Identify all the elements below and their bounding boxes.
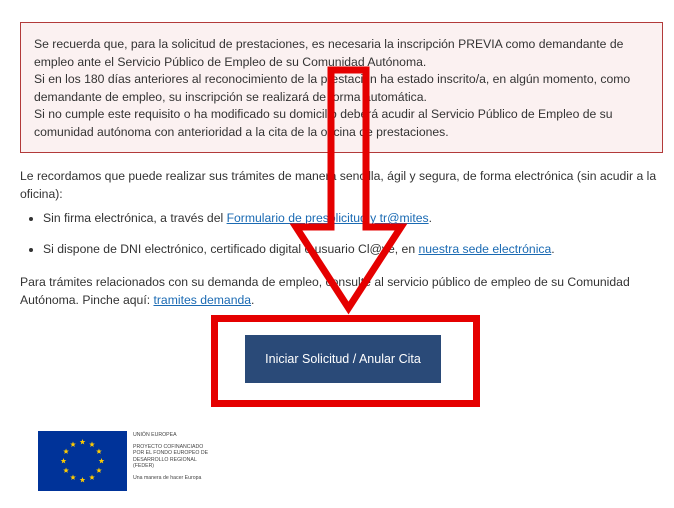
- demand-info: Para trámites relacionados con su demand…: [20, 275, 630, 307]
- electronic-options-list: Sin firma electrónica, a través del Form…: [20, 210, 674, 271]
- presolicitud-form-link[interactable]: Formulario de presolicitud y tr@mites: [227, 211, 429, 225]
- eu-star-icon: [70, 441, 76, 447]
- eu-star-icon: [89, 441, 95, 447]
- electronic-intro: Le recordamos que puede realizar sus trá…: [20, 169, 657, 201]
- notice-line-2: Si en los 180 días anteriores al reconoc…: [34, 72, 631, 104]
- eu-star-icon: [63, 448, 69, 454]
- eu-star-icon: [60, 458, 67, 464]
- eu-star-icon: [79, 439, 86, 445]
- eu-star-icon: [79, 477, 86, 483]
- list-item: Si dispone de DNI electrónico, certifica…: [43, 241, 674, 259]
- sede-electronica-link[interactable]: nuestra sede electrónica: [418, 242, 551, 256]
- list-item: Sin firma electrónica, a través del Form…: [43, 210, 674, 228]
- eu-star-icon: [96, 448, 102, 454]
- notice-line-3: Si no cumple este requisito o ha modific…: [34, 107, 613, 139]
- eu-star-icon: [63, 467, 69, 473]
- eu-flag-icon: [38, 431, 127, 491]
- eu-star-icon: [89, 474, 95, 480]
- tramites-demanda-link[interactable]: tramites demanda: [153, 293, 251, 307]
- eu-star-icon: [96, 467, 102, 473]
- start-request-button[interactable]: Iniciar Solicitud / Anular Cita: [245, 335, 441, 383]
- eu-star-icon: [98, 458, 105, 464]
- eu-star-icon: [70, 474, 76, 480]
- inscription-notice: Se recuerda que, para la solicitud de pr…: [20, 22, 663, 153]
- notice-line-1: Se recuerda que, para la solicitud de pr…: [34, 37, 624, 69]
- eu-cofinancing-text: UNIÓN EUROPEA PROYECTO COFINANCIADO POR …: [133, 432, 209, 482]
